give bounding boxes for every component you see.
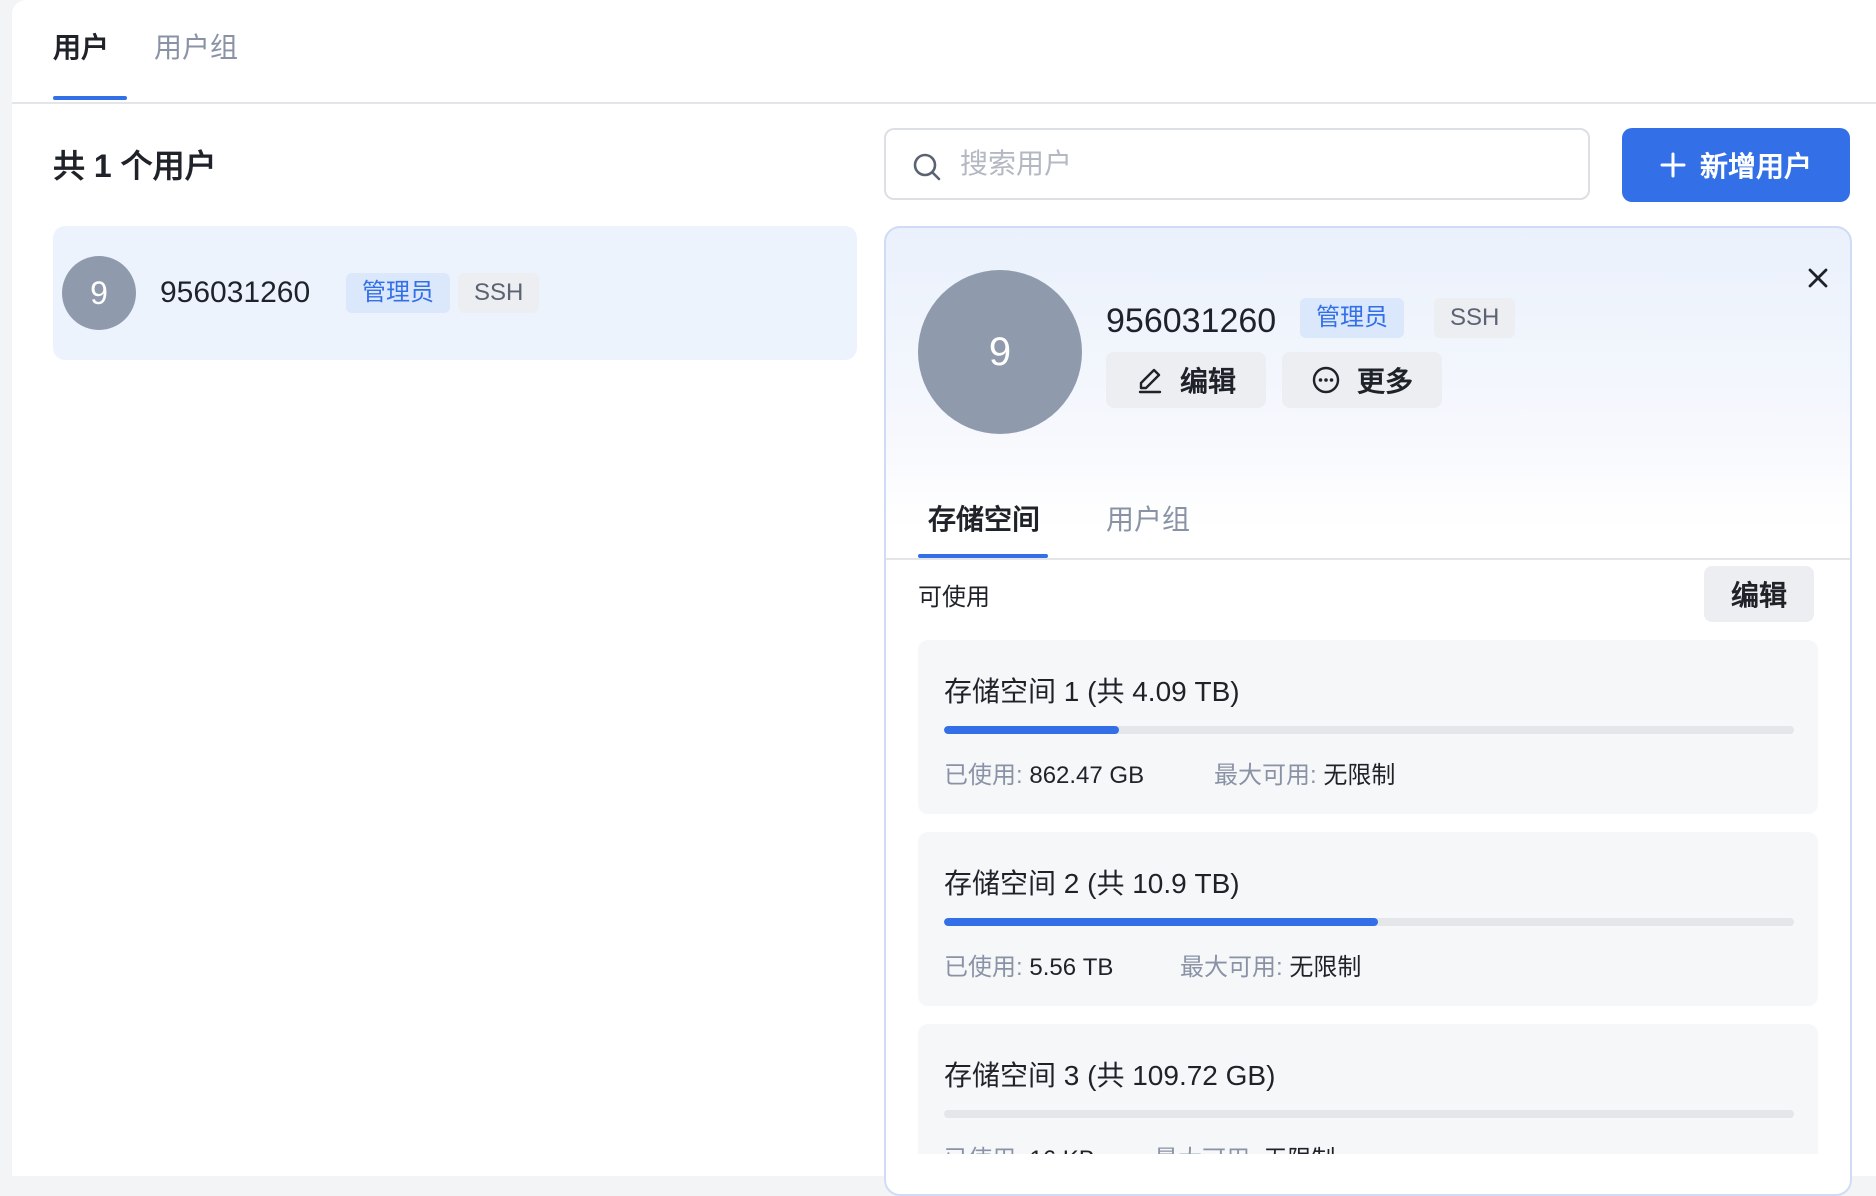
users-page: 用户 用户组 共 1 个用户 9 956031260 管理员 SSH 新增用户 <box>12 0 1876 1196</box>
tab-user-groups[interactable]: 用户组 <box>154 30 238 66</box>
detail-avatar: 9 <box>918 270 1082 434</box>
edit-user-button[interactable]: 编辑 <box>1106 352 1266 408</box>
edit-user-label: 编辑 <box>1179 366 1236 397</box>
detail-admin-badge: 管理员 <box>1300 298 1404 338</box>
max-info: 最大可用: 无限制 <box>1180 952 1361 984</box>
max-info: 最大可用: 无限制 <box>1154 1144 1335 1154</box>
tab-detail-user-groups[interactable]: 用户组 <box>1106 502 1190 538</box>
add-user-label: 新增用户 <box>1699 151 1812 182</box>
used-info: 已使用: 862.47 GB <box>944 760 1144 792</box>
search-box <box>884 128 1590 200</box>
storage-title: 存储空间 2 (共 10.9 TB) <box>944 868 1240 899</box>
active-tab-indicator <box>53 96 127 100</box>
user-count-title: 共 1 个用户 <box>53 148 217 184</box>
detail-ssh-badge: SSH <box>1434 298 1516 338</box>
used-info: 已使用: 5.56 TB <box>944 952 1113 984</box>
more-button[interactable]: 更多 <box>1282 352 1442 408</box>
storage-title: 存储空间 3 (共 109.72 GB) <box>944 1060 1276 1091</box>
max-info: 最大可用: 无限制 <box>1214 760 1395 792</box>
close-icon <box>1808 268 1828 288</box>
tab-storage[interactable]: 存储空间 <box>928 502 1040 538</box>
search-icon <box>913 153 941 181</box>
max-key: 最大可用: <box>1180 954 1283 981</box>
max-value: 无限制 <box>1263 1146 1335 1154</box>
detail-active-tab-indicator <box>918 554 1048 558</box>
more-icon <box>1312 366 1340 394</box>
available-label: 可使用 <box>918 584 990 611</box>
usage-bar-fill <box>944 726 1120 734</box>
close-button[interactable] <box>1800 260 1836 296</box>
avatar: 9 <box>62 256 136 330</box>
usage-bar <box>944 726 1794 734</box>
add-user-button[interactable]: 新增用户 <box>1622 128 1850 202</box>
storage-card: 存储空间 1 (共 4.09 TB) 已使用: 862.47 GB 最大可用: … <box>918 640 1818 814</box>
storage-card: 存储空间 2 (共 10.9 TB) 已使用: 5.56 TB 最大可用: 无限… <box>918 832 1818 1006</box>
used-key: 已使用: <box>944 762 1023 789</box>
used-value: 16 KB <box>1029 1146 1094 1154</box>
pencil-icon <box>1138 368 1162 394</box>
usage-bar <box>944 1110 1794 1118</box>
max-key: 最大可用: <box>1214 762 1317 789</box>
used-key: 已使用: <box>944 1146 1023 1154</box>
user-detail-panel: 9 956031260 管理员 SSH 编辑 更多 存储空间 用户组 可使用 编… <box>884 226 1852 1196</box>
top-tabs: 用户 用户组 <box>12 0 1876 104</box>
edit-storage-button[interactable]: 编辑 <box>1704 566 1814 622</box>
admin-badge: 管理员 <box>346 273 450 313</box>
ssh-badge: SSH <box>458 273 540 313</box>
used-value: 862.47 GB <box>1029 762 1145 789</box>
max-value: 无限制 <box>1323 762 1396 789</box>
storage-list: 存储空间 1 (共 4.09 TB) 已使用: 862.47 GB 最大可用: … <box>918 640 1818 1154</box>
more-label: 更多 <box>1356 366 1413 397</box>
usage-bar-fill <box>944 918 1378 926</box>
storage-title: 存储空间 1 (共 4.09 TB) <box>944 676 1240 707</box>
used-info: 已使用: 16 KB <box>944 1144 1095 1154</box>
max-key: 最大可用: <box>1154 1146 1257 1154</box>
usage-bar <box>944 918 1794 926</box>
detail-user-name: 956031260 <box>1106 302 1277 340</box>
used-value: 5.56 TB <box>1029 954 1114 981</box>
user-list-item[interactable]: 9 956031260 管理员 SSH <box>53 226 857 360</box>
tab-users[interactable]: 用户 <box>53 30 109 66</box>
detail-tabs: 存储空间 用户组 <box>886 496 1850 560</box>
user-name: 956031260 <box>160 276 311 309</box>
search-input[interactable] <box>960 142 1570 186</box>
plus-icon <box>1660 152 1686 178</box>
storage-card: 存储空间 3 (共 109.72 GB) 已使用: 16 KB 最大可用: 无限… <box>918 1024 1818 1154</box>
max-value: 无限制 <box>1289 954 1362 981</box>
used-key: 已使用: <box>944 954 1023 981</box>
